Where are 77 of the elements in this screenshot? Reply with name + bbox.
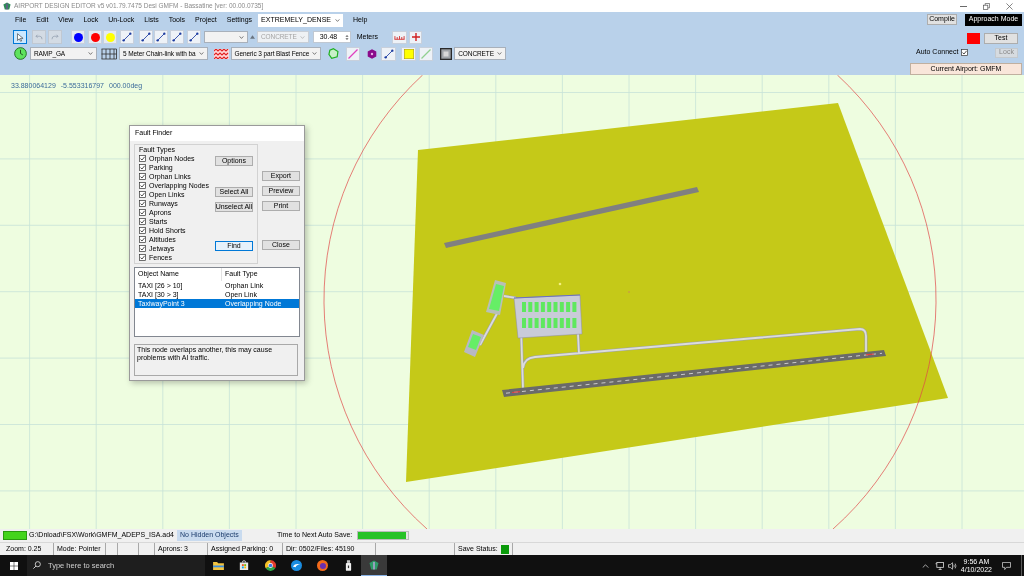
network-icon[interactable]: [934, 561, 944, 570]
link-tool-button[interactable]: [120, 30, 134, 44]
link-icon: [141, 32, 151, 42]
volume-icon[interactable]: [947, 561, 957, 570]
undo-icon: [35, 34, 43, 40]
restore-icon: [983, 2, 990, 10]
app-icon: [369, 560, 379, 570]
checkbox[interactable]: [139, 200, 146, 207]
status-indicator-icon: [3, 531, 27, 540]
caret-icon: [496, 52, 502, 55]
checkbox[interactable]: [139, 254, 146, 261]
checkbox[interactable]: [139, 164, 146, 171]
app-icon: [3, 2, 11, 10]
hexagon-icon: [366, 48, 377, 59]
add-button[interactable]: [409, 30, 423, 44]
link-tool-button[interactable]: [139, 30, 153, 44]
small-apron: [486, 280, 506, 315]
line-icon: [348, 48, 359, 59]
up-arrow-icon[interactable]: [250, 35, 255, 39]
link-icon: [172, 32, 182, 42]
line-tool-button[interactable]: [346, 46, 361, 61]
parking-apron: [513, 294, 583, 339]
swoosh-disc-icon: [290, 559, 302, 571]
fence-grid-icon[interactable]: [101, 47, 117, 60]
link-tool-button[interactable]: [154, 30, 168, 44]
minimize-icon: [960, 5, 967, 7]
checkbox[interactable]: [139, 245, 146, 252]
start-icon: [9, 561, 18, 570]
link-icon: [189, 32, 199, 42]
folder-icon: [212, 560, 224, 570]
pointer-icon: [16, 32, 24, 42]
plus-icon: [411, 33, 420, 41]
link-tool-button[interactable]: [187, 30, 201, 44]
caret-icon: [198, 52, 204, 55]
checkbox[interactable]: [139, 155, 146, 162]
node-marker: [558, 282, 562, 286]
checkbox[interactable]: [139, 191, 146, 198]
caret-icon: [312, 52, 318, 55]
surface-icon: [439, 47, 452, 60]
status-square-icon: [500, 544, 509, 554]
spin-arrows-icon: [344, 33, 349, 41]
segmented-ball-icon: [264, 559, 276, 571]
line-icon: [421, 48, 432, 59]
link-icon: [122, 32, 132, 42]
usb-drive-icon: [344, 559, 352, 571]
caret-icon: [299, 35, 305, 39]
pointer-tool-button[interactable]: [13, 30, 27, 44]
link-tool-button[interactable]: [381, 46, 397, 61]
checkbox[interactable]: [139, 182, 146, 189]
search-icon: [33, 561, 41, 569]
link-tool-button[interactable]: [170, 30, 184, 44]
clock-icon[interactable]: [14, 47, 27, 60]
checkbox[interactable]: [139, 173, 146, 180]
square-icon: [403, 48, 414, 59]
polygon-icon: [327, 48, 339, 59]
chevron-up-icon[interactable]: [921, 563, 929, 568]
notification-icon[interactable]: [1002, 561, 1011, 570]
redo-icon: [51, 34, 59, 40]
close-icon: [1006, 2, 1013, 10]
blast-fence-icon[interactable]: [213, 48, 229, 59]
checkbox[interactable]: [139, 236, 146, 243]
caret-icon: [88, 52, 93, 55]
link-icon: [156, 32, 166, 42]
ruler-icon: [394, 34, 406, 40]
surface-tool-button[interactable]: [439, 47, 453, 60]
checkbox[interactable]: [139, 227, 146, 234]
link-icon: [383, 48, 394, 59]
shopping-bag-icon: [239, 560, 249, 570]
indicator-square-icon: [967, 32, 980, 44]
checkbox[interactable]: [139, 209, 146, 216]
caret-icon: [335, 19, 340, 22]
flame-disc-icon: [316, 559, 328, 571]
small-apron: [464, 330, 484, 357]
checkbox[interactable]: [139, 218, 146, 225]
ruler-button[interactable]: [392, 30, 408, 44]
checkbox[interactable]: [961, 49, 969, 56]
caret-icon: [239, 35, 244, 39]
